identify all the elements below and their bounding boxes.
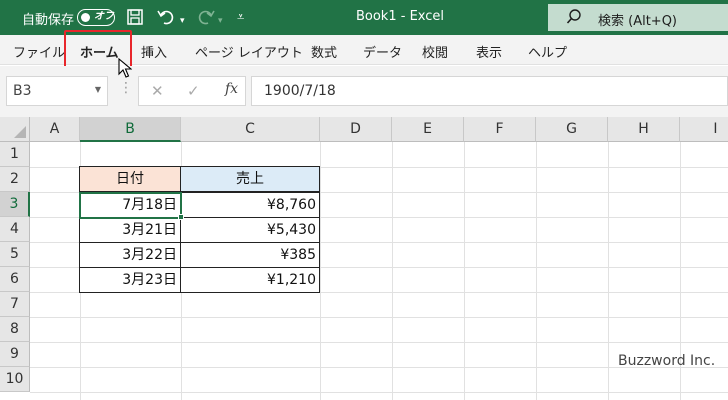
gridline	[608, 142, 609, 400]
row-header-6[interactable]: 6	[0, 267, 30, 292]
tab-help[interactable]: ヘルプ	[528, 42, 567, 61]
column-header-f[interactable]: F	[464, 117, 536, 142]
column-header-i[interactable]: I	[680, 117, 728, 142]
date-cell[interactable]: 3月21日	[79, 217, 181, 243]
gridline	[464, 142, 465, 400]
row-header-10[interactable]: 10	[0, 367, 30, 392]
formula-buttons: ✕ ✓ fx	[138, 76, 246, 106]
table-header-sales[interactable]: 売上	[180, 166, 320, 192]
date-cell[interactable]: 3月23日	[79, 267, 181, 293]
redo-dropdown-icon[interactable]: ▾	[218, 12, 223, 30]
fill-handle[interactable]	[178, 214, 184, 220]
name-box-value: B3	[13, 83, 32, 99]
undo-icon[interactable]	[156, 8, 176, 30]
column-header-h[interactable]: H	[608, 117, 680, 142]
gridline	[536, 142, 537, 400]
row-header-7[interactable]: 7	[0, 292, 30, 317]
gridline	[30, 392, 728, 393]
tab-file[interactable]: ファイル	[13, 42, 65, 61]
search-box[interactable]: 検索 (Alt+Q)	[548, 4, 728, 31]
tab-page-layout[interactable]: ページ レイアウト	[195, 42, 303, 61]
autosave-label: 自動保存	[22, 13, 75, 28]
toggle-label: オフ	[94, 11, 114, 22]
row-header-4[interactable]: 4	[0, 217, 30, 242]
autosave-toggle[interactable]: オフ	[77, 9, 115, 26]
insert-function-icon[interactable]: fx	[225, 81, 238, 97]
formula-bar: B3 ▼ ⋮ ✕ ✓ fx 1900/7/18	[0, 66, 728, 117]
tab-data[interactable]: データ	[363, 42, 402, 61]
date-cell[interactable]: 3月22日	[79, 242, 181, 268]
active-cell-border	[79, 192, 182, 219]
search-icon	[566, 8, 582, 30]
formula-input[interactable]: 1900/7/18	[251, 76, 728, 106]
search-placeholder: 検索 (Alt+Q)	[598, 14, 678, 29]
row-header-2[interactable]: 2	[0, 167, 30, 192]
sales-cell[interactable]: ¥385	[180, 242, 320, 268]
tab-insert[interactable]: 挿入	[141, 42, 167, 61]
column-header-c[interactable]: C	[181, 117, 320, 142]
sales-cell[interactable]: ¥5,430	[180, 217, 320, 243]
sales-cell[interactable]: ¥8,760	[180, 192, 320, 218]
row-header-9[interactable]: 9	[0, 342, 30, 367]
formula-value: 1900/7/18	[264, 83, 336, 99]
name-box-dropdown-icon[interactable]: ▼	[95, 85, 101, 94]
row-header-3[interactable]: 3	[0, 192, 30, 217]
undo-dropdown-icon[interactable]: ▾	[180, 12, 185, 30]
window-title: Book1 - Excel	[355, 9, 445, 24]
select-all-corner[interactable]	[0, 117, 30, 142]
tab-formulas[interactable]: 数式	[311, 42, 337, 61]
column-header-g[interactable]: G	[536, 117, 608, 142]
toggle-knob	[81, 12, 90, 22]
row-header-8[interactable]: 8	[0, 317, 30, 342]
column-header-e[interactable]: E	[392, 117, 464, 142]
redo-icon[interactable]	[196, 8, 216, 30]
gridline	[320, 142, 321, 400]
formula-bar-grip-icon: ⋮	[119, 80, 133, 96]
cancel-icon[interactable]: ✕	[151, 82, 164, 100]
name-box[interactable]: B3 ▼	[6, 76, 108, 106]
row-header-1[interactable]: 1	[0, 142, 30, 167]
table-header-date[interactable]: 日付	[79, 166, 181, 192]
gridline	[30, 317, 728, 318]
column-header-d[interactable]: D	[320, 117, 392, 142]
tab-review[interactable]: 校閲	[422, 42, 448, 61]
save-icon[interactable]	[126, 8, 144, 30]
sales-cell[interactable]: ¥1,210	[180, 267, 320, 293]
row-header-5[interactable]: 5	[0, 242, 30, 267]
customize-toolbar-icon[interactable]: ⩡	[237, 9, 244, 27]
mouse-cursor-icon	[118, 57, 133, 82]
column-header-a[interactable]: A	[30, 117, 80, 142]
tab-view[interactable]: 表示	[476, 42, 502, 61]
select-all-icon	[14, 126, 26, 138]
gridline	[392, 142, 393, 400]
enter-icon[interactable]: ✓	[187, 82, 200, 100]
gridline	[30, 342, 728, 343]
column-header-b[interactable]: B	[80, 117, 181, 142]
watermark: Buzzword Inc.	[618, 353, 716, 369]
